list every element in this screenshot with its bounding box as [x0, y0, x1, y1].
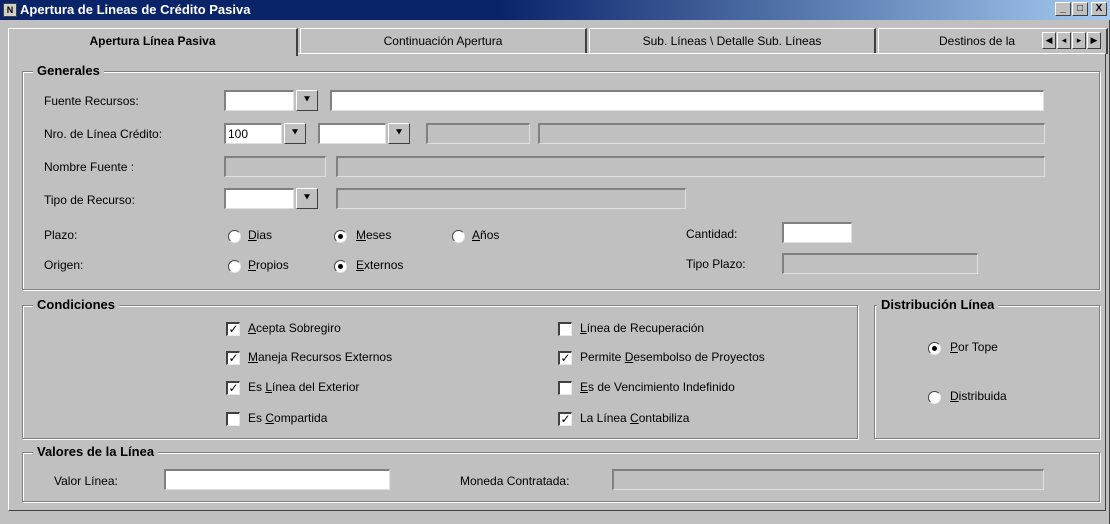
origen-externos-label[interactable]: Externos [356, 258, 403, 272]
nro-linea-field4 [538, 123, 1045, 144]
tab-sub-lineas[interactable]: Sub. Líneas \ Detalle Sub. Líneas [589, 28, 876, 54]
plazo-anos-label[interactable]: Años [472, 228, 499, 242]
tipo-plazo-label: Tipo Plazo: [686, 257, 746, 271]
tab-bar: Apertura Línea Pasiva Continuación Apert… [8, 28, 1110, 56]
tipo-recurso-description [336, 188, 686, 209]
origen-propios-label[interactable]: Propios [248, 258, 289, 272]
distribucion-frame: Distribución Línea [874, 297, 1100, 439]
fuente-recursos-dropdown-icon[interactable]: ⯆ [296, 90, 318, 111]
plazo-anos-radio[interactable] [452, 230, 465, 243]
cantidad-input[interactable] [782, 222, 852, 243]
maximize-button[interactable]: □ [1072, 2, 1088, 16]
cantidad-label: Cantidad: [686, 227, 738, 241]
nro-linea-label: Nro. de Línea Crédito: [44, 127, 163, 141]
origen-label: Origen: [44, 258, 84, 272]
linea-recuperacion-checkbox[interactable] [558, 322, 572, 336]
nombre-fuente-label: Nombre Fuente : [44, 160, 135, 174]
distribucion-title: Distribución Línea [877, 297, 999, 312]
valor-linea-input[interactable] [164, 469, 390, 490]
moneda-contratada-field [612, 469, 1044, 490]
condiciones-frame: Condiciones [22, 297, 858, 439]
tab-continuacion-apertura[interactable]: Continuación Apertura [300, 28, 587, 54]
maneja-recursos-externos-checkbox[interactable]: ✓ [226, 351, 240, 365]
linea-contabiliza-label[interactable]: La Línea Contabiliza [580, 411, 689, 425]
acepta-sobregiro-label[interactable]: Acepta Sobregiro [248, 321, 341, 335]
plazo-label: Plazo: [44, 228, 78, 242]
prev-tab-icon[interactable]: ◂ [1057, 32, 1071, 49]
permite-desembolso-checkbox[interactable]: ✓ [558, 351, 572, 365]
maneja-recursos-externos-label[interactable]: Maneja Recursos Externos [248, 350, 392, 364]
es-linea-exterior-label[interactable]: Es Línea del Exterior [248, 380, 359, 394]
acepta-sobregiro-checkbox[interactable]: ✓ [226, 322, 240, 336]
plazo-meses-radio[interactable] [334, 230, 347, 243]
origen-propios-radio[interactable] [228, 260, 241, 273]
es-linea-exterior-checkbox[interactable]: ✓ [226, 381, 240, 395]
distribuida-radio[interactable] [928, 391, 941, 404]
nombre-fuente-description [336, 156, 1045, 177]
tipo-plazo-field [782, 253, 978, 274]
permite-desembolso-label[interactable]: Permite Desembolso de Proyectos [580, 350, 765, 364]
es-compartida-label[interactable]: Es Compartida [248, 411, 327, 425]
linea-recuperacion-label[interactable]: Línea de Recuperación [580, 321, 704, 335]
tab-apertura-linea-pasiva[interactable]: Apertura Línea Pasiva [8, 28, 298, 56]
last-tab-icon[interactable]: ▶ [1087, 32, 1101, 49]
fuente-recursos-description-input[interactable] [330, 90, 1044, 111]
first-tab-icon[interactable]: ◀ [1042, 32, 1056, 49]
vencimiento-indefinido-label[interactable]: Es de Vencimiento Indefinido [580, 380, 735, 394]
window-title: Apertura de Lineas de Crédito Pasiva [20, 2, 251, 17]
distribuida-label[interactable]: Distribuida [950, 389, 1007, 403]
linea-contabiliza-checkbox[interactable]: ✓ [558, 412, 572, 426]
nro-linea-field3 [426, 123, 530, 144]
app-icon: N [3, 3, 17, 17]
plazo-dias-label[interactable]: Dias [248, 228, 272, 242]
nombre-fuente-code [224, 156, 326, 177]
origen-externos-radio[interactable] [334, 260, 347, 273]
plazo-meses-label[interactable]: Meses [356, 228, 391, 242]
fuente-recursos-label: Fuente Recursos: [44, 94, 139, 108]
generales-title: Generales [33, 63, 104, 78]
nro-linea-input[interactable]: 100 [224, 123, 282, 144]
fuente-recursos-code-input[interactable] [224, 90, 294, 111]
valores-title: Valores de la Línea [33, 444, 159, 459]
application-window: N Apertura de Lineas de Crédito Pasiva _… [0, 0, 1110, 524]
por-tope-radio[interactable] [928, 342, 941, 355]
close-button[interactable]: X [1091, 2, 1107, 16]
tipo-recurso-dropdown-icon[interactable]: ⯆ [296, 188, 318, 209]
moneda-contratada-label: Moneda Contratada: [460, 474, 570, 488]
valor-linea-label: Valor Línea: [54, 474, 118, 488]
next-tab-icon[interactable]: ▸ [1072, 32, 1086, 49]
nro-linea-sub-input[interactable] [318, 123, 386, 144]
tipo-recurso-label: Tipo de Recurso: [44, 193, 135, 207]
minimize-button[interactable]: _ [1055, 2, 1071, 16]
condiciones-title: Condiciones [33, 297, 120, 312]
nro-linea-sub-dropdown-icon[interactable]: ⯆ [388, 123, 410, 144]
plazo-dias-radio[interactable] [228, 230, 241, 243]
por-tope-label[interactable]: Por Tope [950, 340, 998, 354]
title-bar[interactable]: N Apertura de Lineas de Crédito Pasiva _… [0, 0, 1110, 20]
tipo-recurso-code-input[interactable] [224, 188, 294, 209]
vencimiento-indefinido-checkbox[interactable] [558, 381, 572, 395]
nro-linea-dropdown-icon[interactable]: ⯆ [284, 123, 306, 144]
es-compartida-checkbox[interactable] [226, 412, 240, 426]
